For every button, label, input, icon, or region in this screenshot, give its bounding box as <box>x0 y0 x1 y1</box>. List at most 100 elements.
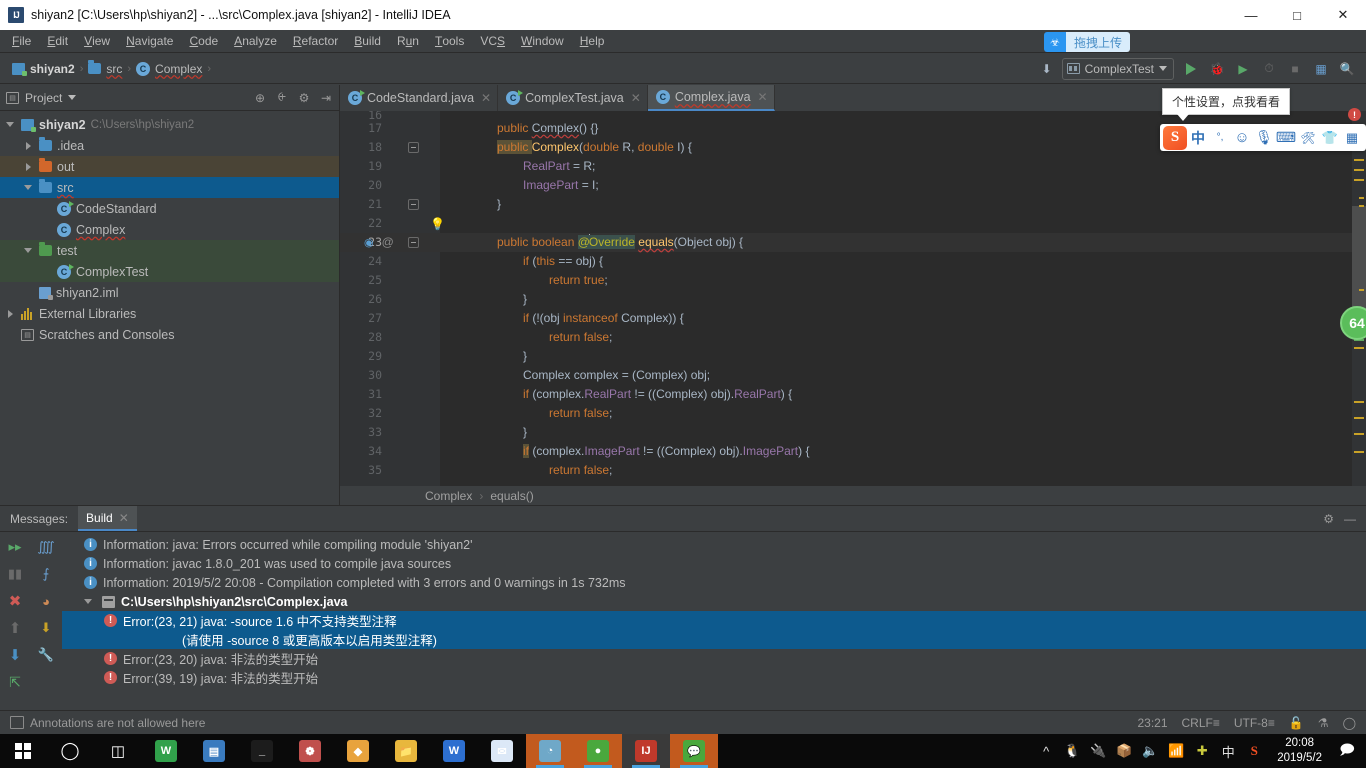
ime-menu-icon[interactable]: ▦ <box>1341 126 1363 150</box>
code-line[interactable]: 20ImagePart = I; <box>340 176 1366 195</box>
chevron-down-icon[interactable] <box>68 95 76 100</box>
settings-gear-icon[interactable]: ⚙ <box>1323 512 1334 526</box>
taskbar-app-explorer[interactable]: 📁 <box>382 734 430 768</box>
expand-arrow-icon[interactable] <box>24 141 34 151</box>
taskbar-app-terminal[interactable]: _ <box>238 734 286 768</box>
code-line[interactable]: 24if (this == obj) { <box>340 252 1366 271</box>
code-line[interactable]: 26} <box>340 290 1366 309</box>
collapse-arrow-icon[interactable] <box>84 597 94 607</box>
ime-emoji-icon[interactable]: ☺ <box>1231 126 1253 150</box>
menu-item-analyze[interactable]: Analyze <box>226 31 285 52</box>
collapse-arrow-icon[interactable] <box>24 183 34 193</box>
stripe-warning-mark[interactable] <box>1354 451 1364 453</box>
stripe-warning-mark[interactable] <box>1359 289 1364 291</box>
message-row[interactable]: iInformation: java: Errors occurred whil… <box>62 535 1366 554</box>
caret-position[interactable]: 23:21 <box>1137 716 1167 730</box>
collapse-all-icon[interactable]: ⨍ <box>37 565 55 583</box>
stop-button[interactable]: ■ <box>1284 58 1306 80</box>
expand-arrow-icon[interactable] <box>6 309 16 319</box>
tree-item-out[interactable]: out <box>0 156 339 177</box>
menu-item-edit[interactable]: Edit <box>39 31 76 52</box>
ime-punctuation-icon[interactable]: °, <box>1209 126 1231 150</box>
sogou-logo-icon[interactable]: S <box>1163 126 1187 150</box>
action-center-button[interactable]: 🗩 <box>1332 734 1362 768</box>
close-icon[interactable]: ✕ <box>631 91 641 105</box>
tab-build[interactable]: Build ✕ <box>78 506 137 531</box>
line-separator[interactable]: CRLF≡ <box>1182 716 1220 730</box>
tree-item-shiyan2-iml[interactable]: shiyan2.iml <box>0 282 339 303</box>
code-line[interactable]: 25return true; <box>340 271 1366 290</box>
breadcrumb-class[interactable]: Complex <box>425 489 472 503</box>
expand-arrow-icon[interactable] <box>24 162 34 172</box>
tree-item-codestandard[interactable]: CCodeStandard <box>0 198 339 219</box>
close-icon[interactable]: ✕ <box>119 511 129 525</box>
tray-expand-icon[interactable]: ^ <box>1033 734 1059 768</box>
tray-sogou-icon[interactable]: S <box>1241 734 1267 768</box>
lock-open-icon[interactable]: 🔓 <box>1289 716 1304 730</box>
stripe-warning-mark[interactable] <box>1354 417 1364 419</box>
compile-icon[interactable]: ⬇ <box>1036 58 1058 80</box>
tree-item-scratches-and-consoles[interactable]: ▤Scratches and Consoles <box>0 324 339 345</box>
encoding-selector[interactable]: UTF-8≡ <box>1234 716 1275 730</box>
ime-mode-chinese-icon[interactable]: 中 <box>1187 126 1209 150</box>
menu-item-build[interactable]: Build <box>346 31 389 52</box>
collapse-arrow-icon[interactable] <box>24 246 34 256</box>
code-editor[interactable]: 1617public Complex() {}18public Complex(… <box>340 111 1366 505</box>
tray-ime-mode-icon[interactable]: 中 <box>1215 734 1241 768</box>
settings-gear-icon[interactable]: ⚙ <box>297 91 311 105</box>
code-line[interactable]: 19RealPart = R; <box>340 157 1366 176</box>
code-line[interactable]: 22💡 <box>340 214 1366 233</box>
menu-item-view[interactable]: View <box>76 31 118 52</box>
tree-item-src[interactable]: src <box>0 177 339 198</box>
code-line[interactable]: 23◉@public boolean @Override equals(Obje… <box>340 233 1366 252</box>
tray-battery-icon[interactable]: 🔌 <box>1085 734 1111 768</box>
menu-item-run[interactable]: Run <box>389 31 427 52</box>
taskbar-app-intellij[interactable]: IJ <box>622 734 670 768</box>
expand-all-icon[interactable]: ⨌ <box>37 538 55 556</box>
project-structure-button[interactable]: ▦ <box>1310 58 1332 80</box>
stripe-warning-mark[interactable] <box>1354 401 1364 403</box>
menu-item-code[interactable]: Code <box>181 31 226 52</box>
start-button[interactable] <box>0 734 46 768</box>
rerun-icon[interactable]: ▸▸ <box>6 538 24 556</box>
tray-security-icon[interactable]: ✚ <box>1189 734 1215 768</box>
debug-button[interactable]: 🐞 <box>1206 58 1228 80</box>
code-line[interactable]: 27if (!(obj instanceof Complex)) { <box>340 309 1366 328</box>
message-row[interactable]: !Error:(23, 20) java: 非法的类型开始 <box>62 649 1366 668</box>
menu-item-file[interactable]: File <box>4 31 39 52</box>
collapse-arrow-icon[interactable] <box>6 120 16 130</box>
tray-package-icon[interactable]: 📦 <box>1111 734 1137 768</box>
taskbar-app-pinwheel[interactable]: ❁ <box>286 734 334 768</box>
code-line[interactable]: 35return false; <box>340 461 1366 480</box>
scrollbar-thumb[interactable] <box>1352 206 1366 311</box>
taskbar-app-wps[interactable]: W <box>142 734 190 768</box>
code-line[interactable]: 32return false; <box>340 404 1366 423</box>
stripe-warning-mark[interactable] <box>1354 179 1364 181</box>
menu-item-help[interactable]: Help <box>572 31 613 52</box>
stripe-warning-mark[interactable] <box>1354 433 1364 435</box>
stop-icon[interactable]: ▮▮ <box>6 565 24 583</box>
drag-upload-button[interactable]: ☣ 拖拽上传 <box>1044 32 1130 52</box>
taskbar-app-photos[interactable]: ◔ <box>526 734 574 768</box>
tree-item-complextest[interactable]: CComplexTest <box>0 261 339 282</box>
message-row[interactable]: !Error:(23, 21) java: -source 1.6 中不支持类型… <box>62 611 1366 630</box>
taskbar-app-colorful[interactable]: ◆ <box>334 734 382 768</box>
close-icon[interactable]: ✕ <box>481 91 491 105</box>
fold-toggle-icon[interactable] <box>408 199 419 210</box>
hide-warnings-icon[interactable]: ◕ <box>37 592 55 610</box>
message-row[interactable]: !Error:(39, 19) java: 非法的类型开始 <box>62 668 1366 687</box>
message-row[interactable]: (请使用 -source 8 或更高版本以启用类型注释) <box>62 630 1366 649</box>
branch-icon[interactable]: ⚗ <box>1318 716 1329 730</box>
stripe-warning-mark[interactable] <box>1354 347 1364 349</box>
menu-item-vcs[interactable]: VCS <box>472 31 513 52</box>
search-button[interactable]: ◯ <box>46 734 94 768</box>
previous-message-icon[interactable]: ⬆ <box>6 619 24 637</box>
profile-button[interactable]: ⏱ <box>1258 58 1280 80</box>
taskbar-app-editor[interactable]: ▤ <box>190 734 238 768</box>
taskbar-app-foxmail[interactable]: ✉ <box>478 734 526 768</box>
stripe-warning-mark[interactable] <box>1354 159 1364 161</box>
editor-tab-complex-java[interactable]: CComplex.java✕ <box>648 85 775 111</box>
code-line[interactable]: 21} <box>340 195 1366 214</box>
message-row[interactable]: iInformation: javac 1.8.0_201 was used t… <box>62 554 1366 573</box>
taskbar-clock[interactable]: 20:08 2019/5/2 <box>1267 734 1332 768</box>
